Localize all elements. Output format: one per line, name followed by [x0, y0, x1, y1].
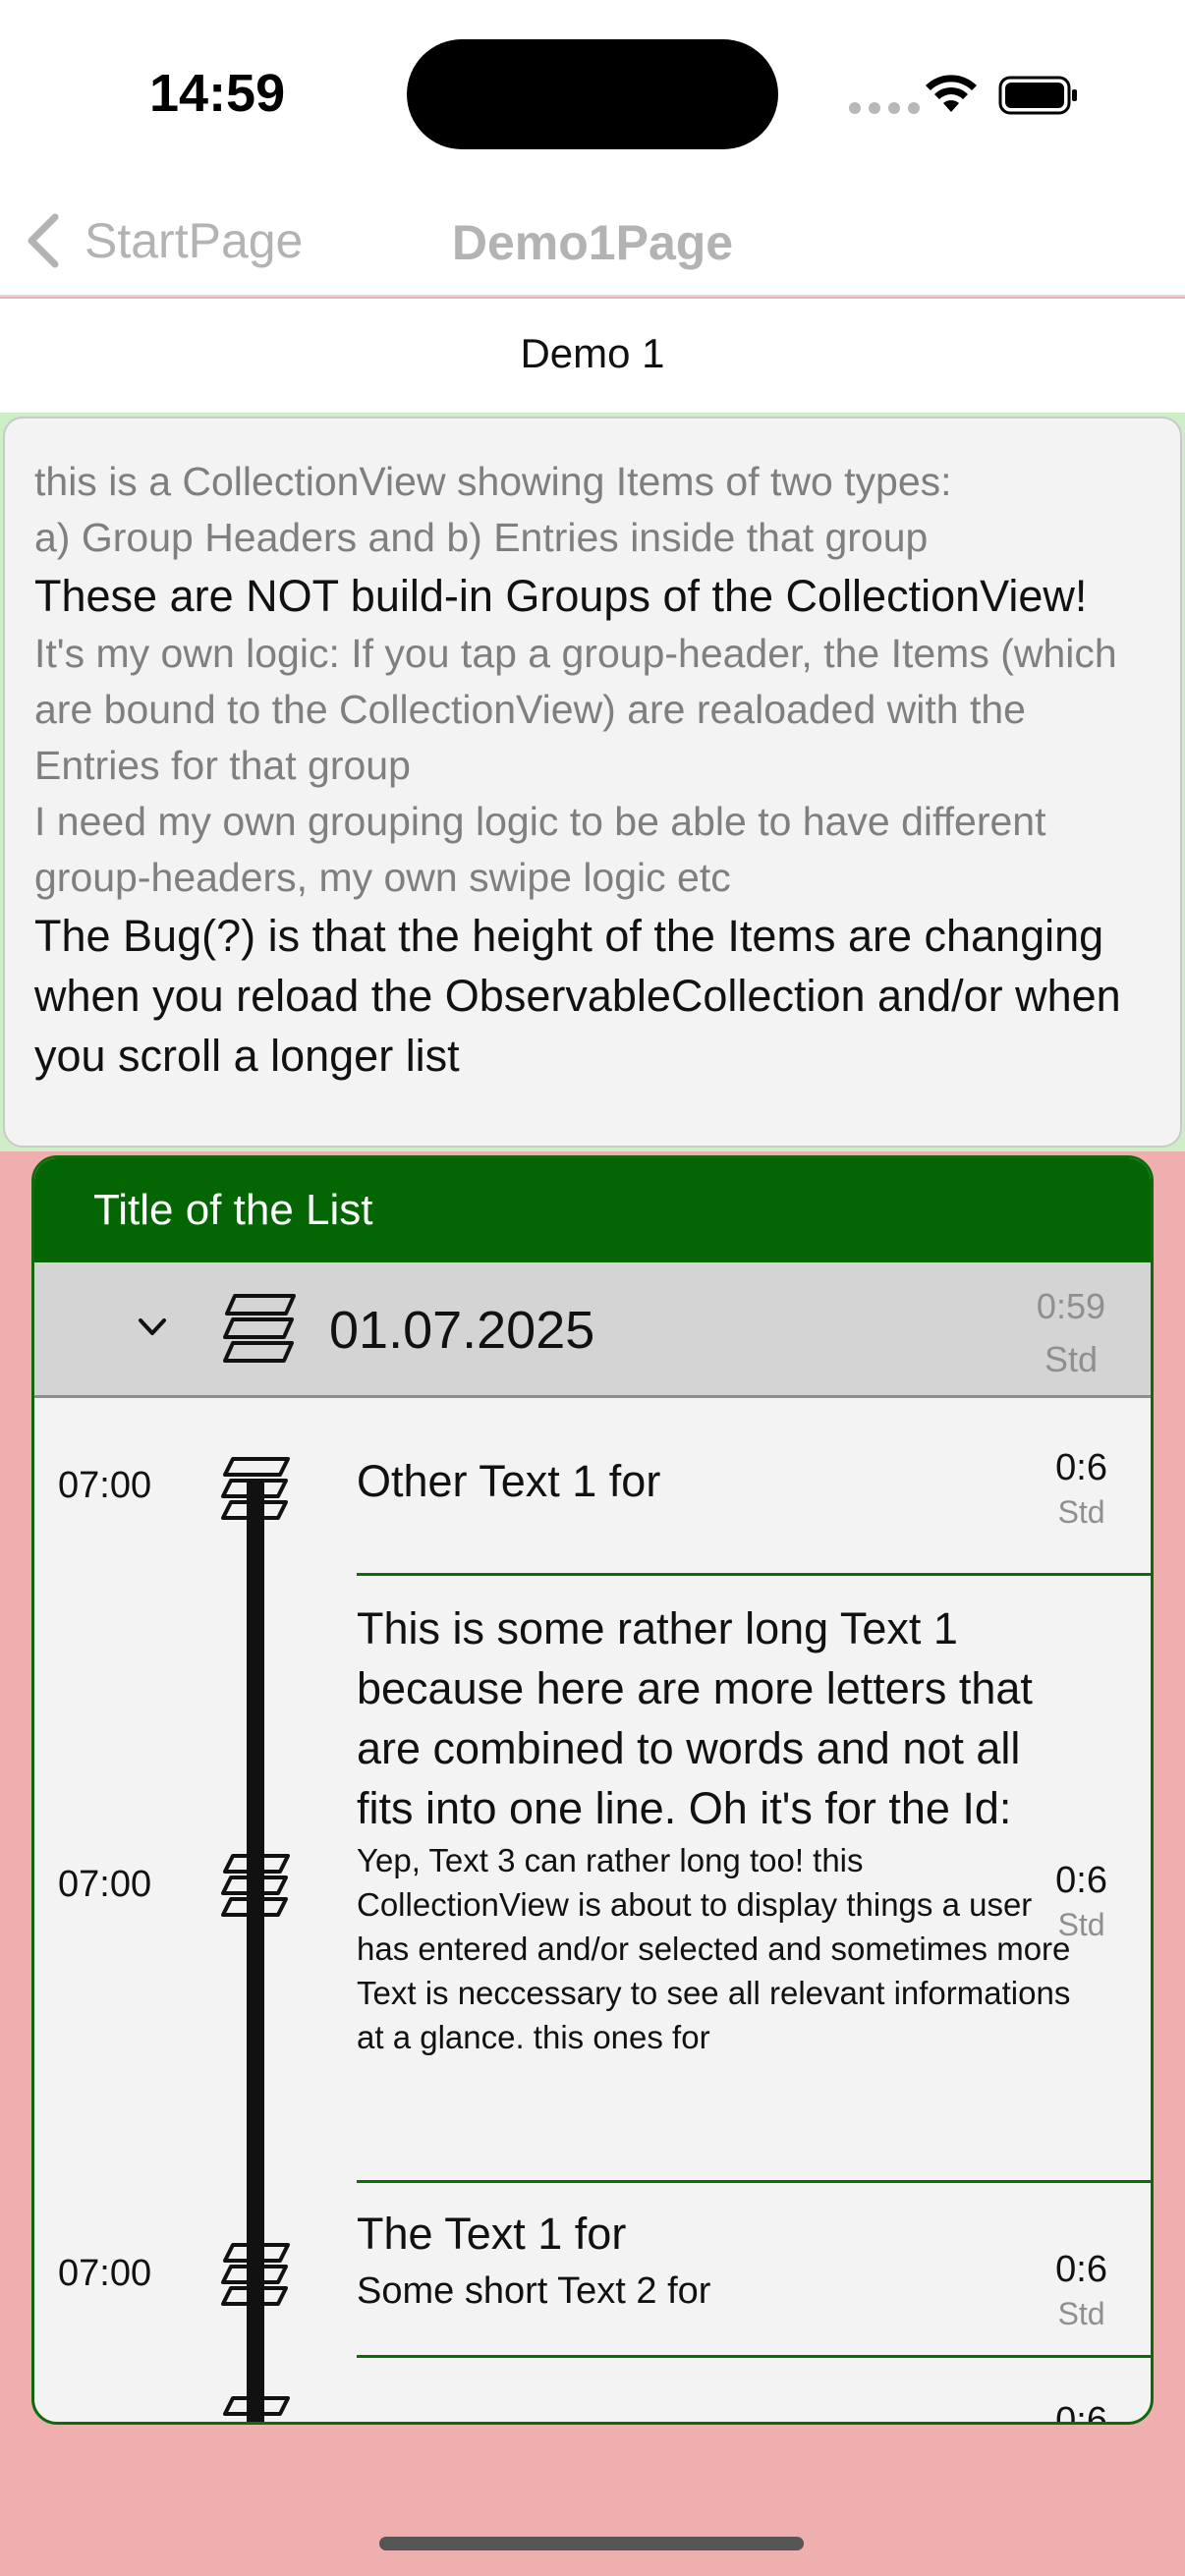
info-section: this is a CollectionView showing Items o…: [0, 413, 1185, 1151]
stack-icon: [221, 1457, 290, 1520]
status-time: 14:59: [149, 64, 286, 123]
info-line: this is a CollectionView showing Items o…: [34, 459, 952, 504]
entry-duration-unit: Std: [1057, 2296, 1105, 2331]
group-duration: 0:59 Std: [1037, 1280, 1105, 1386]
info-line-emphasis: These are NOT build-in Groups of the Col…: [34, 571, 1088, 621]
entry-separator: [357, 2355, 1151, 2358]
entry-sub-text: Some short Text 2 for: [357, 2270, 711, 2312]
list-title: Title of the List: [93, 1186, 373, 1234]
entry-separator: [357, 1573, 1151, 1576]
group-header[interactable]: 01.07.2025 0:59 Std: [34, 1262, 1151, 1398]
entry-main-text: The Text 1 for: [357, 2209, 627, 2259]
wifi-icon: [926, 75, 977, 112]
entry-time: 07:00: [58, 1864, 152, 1905]
home-indicator[interactable]: [379, 2537, 804, 2550]
battery-icon: [998, 76, 1077, 115]
cellular-signal-icon: [849, 102, 920, 114]
stack-icon: [221, 2243, 290, 2306]
demo-header: Demo 1: [0, 299, 1185, 413]
dynamic-island: [407, 39, 778, 149]
entry-duration-value: 0:6: [1055, 2249, 1107, 2290]
group-date: 01.07.2025: [329, 1301, 595, 1360]
collection-list[interactable]: Title of the List 01.07.2025 0:59 Std 07…: [31, 1155, 1154, 2425]
list-item[interactable]: 07:00 Other Text 1 for 0:6 Std: [34, 1400, 1151, 1569]
info-line: It's my own logic: If you tap a group-he…: [34, 631, 1117, 788]
navigation-bar: StartPage Demo1Page: [0, 187, 1185, 297]
entry-duration-value: 0:6: [1055, 2400, 1107, 2425]
status-bar: 14:59: [0, 0, 1185, 187]
entry-duration-unit: Std: [1057, 1907, 1105, 1942]
entry-duration-unit: Std: [1057, 1494, 1105, 1530]
group-duration-unit: Std: [1044, 1339, 1098, 1379]
list-item[interactable]: 07:00 The Text 1 for Some short Text 2 f…: [34, 2184, 1151, 2357]
entry-sub-text: Yep, Text 3 can rather long too! this Co…: [357, 1842, 1071, 2055]
stack-icon: [223, 1294, 296, 1363]
entry-duration-value: 0:6: [1055, 1447, 1107, 1488]
list-title-bar: Title of the List: [34, 1158, 1151, 1262]
demo-title: Demo 1: [520, 330, 665, 376]
info-box: this is a CollectionView showing Items o…: [3, 417, 1182, 1148]
list-item[interactable]: 0:6: [34, 2359, 1151, 2425]
entry-time: 07:00: [58, 2253, 152, 2294]
stack-icon: [221, 1854, 290, 1917]
chevron-down-icon[interactable]: [131, 1306, 174, 1349]
entry-time: 07:00: [58, 1465, 152, 1506]
entry-main-text: This is some rather long Text 1 because …: [357, 1603, 1033, 1833]
entry-duration-value: 0:6: [1055, 1860, 1107, 1901]
page-title: Demo1Page: [451, 215, 734, 270]
group-duration-value: 0:59: [1036, 1286, 1105, 1326]
info-line: I need my own grouping logic to be able …: [34, 799, 1046, 900]
stack-icon: [223, 2396, 290, 2416]
info-line: a) Group Headers and b) Entries inside t…: [34, 515, 929, 560]
info-line-emphasis: The Bug(?) is that the height of the Ite…: [34, 911, 1121, 1081]
entry-separator: [357, 2180, 1151, 2183]
entry-main-text: Other Text 1 for: [357, 1456, 661, 1506]
list-item[interactable]: 07:00 This is some rather long Text 1 be…: [34, 1577, 1151, 2180]
